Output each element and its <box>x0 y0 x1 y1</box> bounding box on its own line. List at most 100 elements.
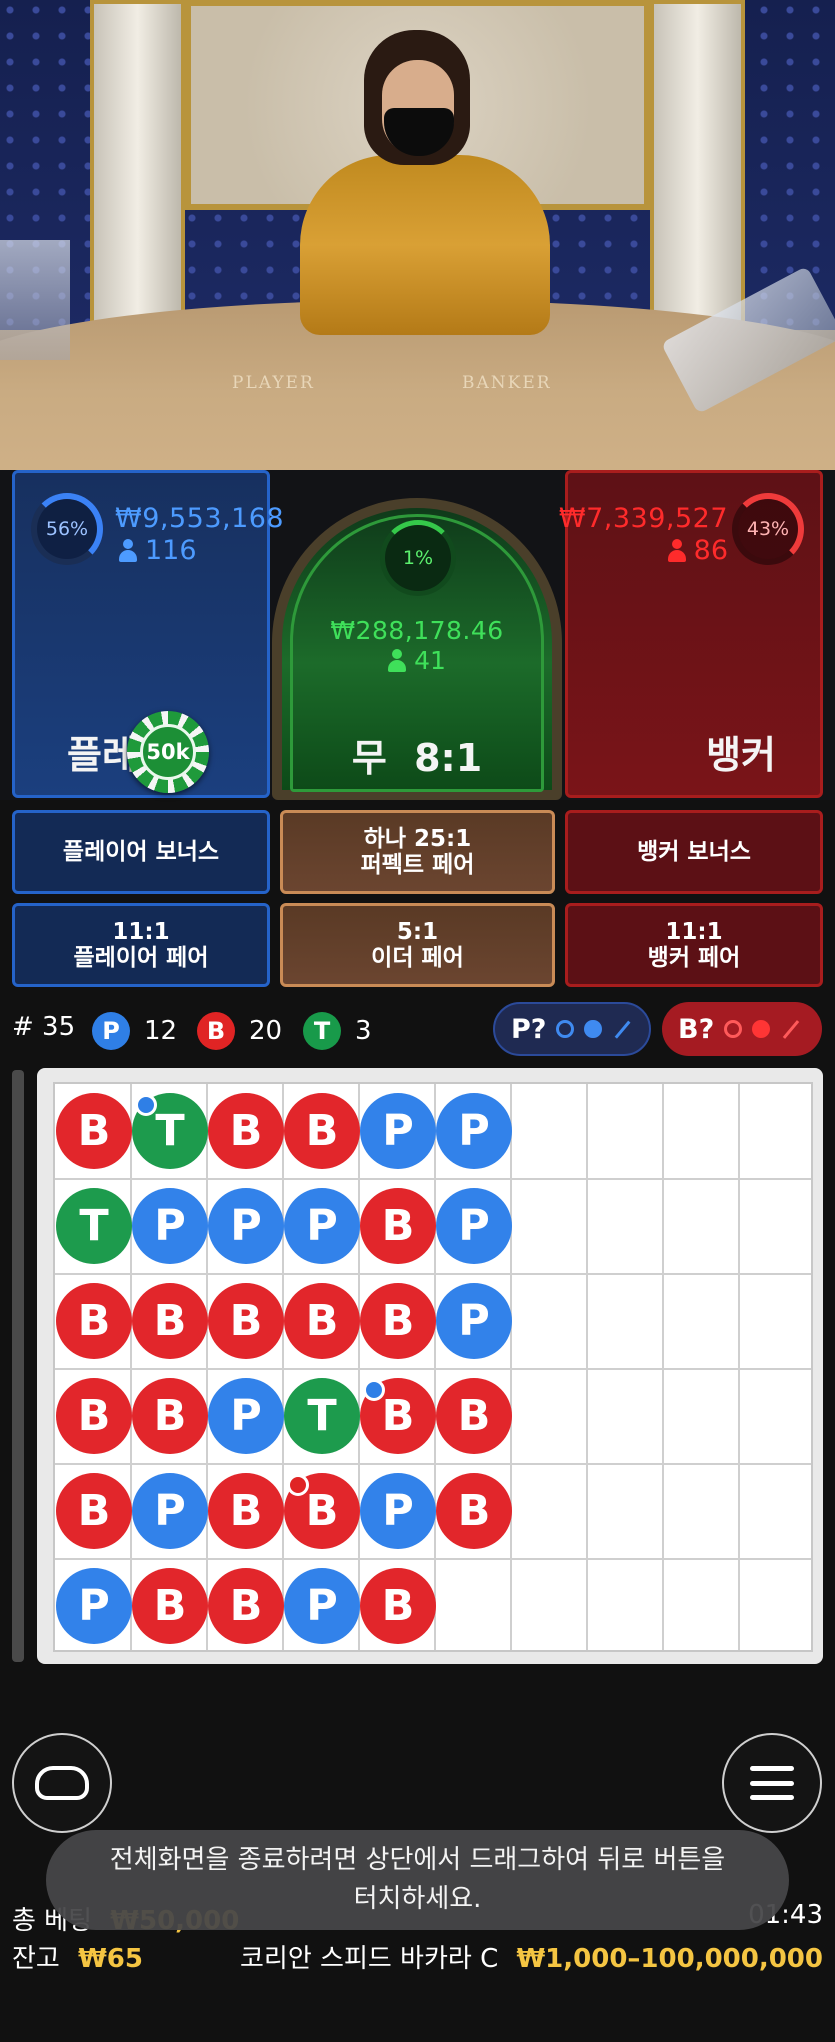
table-banker-word: BANKER <box>462 373 552 393</box>
bead-p: P <box>436 1283 512 1359</box>
banker-count-value: 86 <box>693 535 728 566</box>
balance-value: ₩65 <box>78 1944 143 1974</box>
bead-b: B <box>56 1473 132 1549</box>
road-stats: # 35 P 12 B 20 T 3 P? B? <box>0 1000 835 1060</box>
grid-line <box>662 1084 664 1650</box>
tie-count-stat: 3 <box>355 1016 372 1046</box>
table-info: 코리안 스피드 바카라 C ₩1,000–100,000,000 <box>240 1938 823 1975</box>
banker-wins-stat: B 20 <box>197 1012 282 1050</box>
banker-predict-button[interactable]: B? <box>662 1002 822 1056</box>
chat-icon <box>35 1766 89 1800</box>
road-scroll-handle[interactable] <box>12 1070 24 1662</box>
betting-area: 56% ₩9,553,168 116 플레이어 50k 43% ₩7,339,5… <box>0 470 835 800</box>
grid-line <box>130 1084 132 1650</box>
banker-bonus-button[interactable]: 뱅커 보너스 <box>565 810 823 894</box>
round-count: # 35 <box>12 1012 76 1042</box>
banker-pair-button[interactable]: 11:1 뱅커 페어 <box>565 903 823 987</box>
tie-bet-spot[interactable]: 1% ₩288,178.46 41 무 8:1 <box>272 498 562 800</box>
bead-p: P <box>360 1473 436 1549</box>
player-pair-payout: 11:1 <box>112 918 170 945</box>
bead-p: P <box>132 1473 208 1549</box>
grid-line <box>55 1178 811 1180</box>
banker-bonus-label: 뱅커 보너스 <box>637 838 751 865</box>
bead-p: P <box>132 1188 208 1264</box>
live-video-feed: PLAYER BANKER <box>0 0 835 470</box>
player-pair-marker <box>135 1094 157 1116</box>
toast-line-1: 전체화면을 종료하려면 상단에서 드래그하여 뒤로 버튼을 <box>109 1845 726 1875</box>
bead-b: B <box>132 1568 208 1644</box>
player-predict-button[interactable]: P? <box>493 1002 651 1056</box>
grid-line <box>55 1273 811 1275</box>
player-percent-ring: 56% <box>31 493 103 565</box>
bead-b: B <box>360 1283 436 1359</box>
bead-p: P <box>208 1378 284 1454</box>
tie-label: 무 8:1 <box>282 727 552 782</box>
bead-road-grid: BTBBBPTPBBPBBPBPBBBPBTBPPBBBPBPPPBB <box>53 1082 813 1652</box>
bead-b: B <box>360 1568 436 1644</box>
player-predict-label: P? <box>511 1013 547 1045</box>
bead-p: P <box>284 1568 360 1644</box>
person-icon <box>667 538 686 563</box>
banker-amount: ₩7,339,527 <box>558 503 728 534</box>
discard-tray <box>0 240 70 360</box>
chat-button[interactable] <box>12 1733 112 1833</box>
bead-p: P <box>56 1568 132 1644</box>
grid-line <box>434 1084 436 1650</box>
banker-pair-marker <box>287 1474 309 1496</box>
player-pair-label: 플레이어 페어 <box>73 945 209 971</box>
tie-dot-icon: T <box>303 1012 341 1050</box>
player-count-value: 116 <box>145 535 197 566</box>
menu-button[interactable] <box>722 1733 822 1833</box>
perfect-pair-button[interactable]: 하나 25:1 퍼펙트 페어 <box>280 810 555 894</box>
player-wins-count: 12 <box>144 1016 178 1046</box>
banker-dot-icon: B <box>197 1012 235 1050</box>
grid-line <box>586 1084 588 1650</box>
banker-wins-count: 20 <box>249 1016 283 1046</box>
perfect-pair-payout: 하나 25:1 <box>363 825 472 852</box>
player-count: 116 <box>119 535 197 566</box>
table-player-word: PLAYER <box>232 373 315 393</box>
banker-bet-spot[interactable]: 43% ₩7,339,527 86 뱅커 <box>559 470 823 798</box>
grid-line <box>358 1084 360 1650</box>
banker-percent: 43% <box>746 518 790 540</box>
bead-p: P <box>284 1188 360 1264</box>
player-bet-spot[interactable]: 56% ₩9,553,168 116 플레이어 50k <box>12 470 284 798</box>
tie-percent-ring: 1% <box>380 520 456 596</box>
tie-count: 41 <box>282 646 552 675</box>
bead-b: B <box>56 1378 132 1454</box>
pillar <box>650 0 745 330</box>
person-icon <box>119 538 137 563</box>
slash-icon <box>783 1019 800 1039</box>
slash-icon <box>614 1019 631 1039</box>
player-pair-button[interactable]: 11:1 플레이어 페어 <box>12 903 270 987</box>
tie-count-value: 41 <box>414 646 446 675</box>
grid-line <box>55 1463 811 1465</box>
bead-p: P <box>208 1188 284 1264</box>
table-name: 코리안 스피드 바카라 C <box>240 1944 499 1974</box>
either-pair-button[interactable]: 5:1 이더 페어 <box>280 903 555 987</box>
player-dot-icon: P <box>92 1012 130 1050</box>
bead-b: B <box>436 1378 512 1454</box>
bead-b: B <box>284 1093 360 1169</box>
dot-icon <box>752 1020 771 1038</box>
tie-amount: ₩288,178.46 <box>330 616 504 645</box>
player-pair-marker <box>363 1379 385 1401</box>
tie-stat: T 3 <box>303 1012 372 1050</box>
bead-t: T <box>56 1188 132 1264</box>
chip-value: 50k <box>140 724 196 780</box>
bead-b: B <box>208 1568 284 1644</box>
grid-line <box>206 1084 208 1650</box>
pillar <box>90 0 185 330</box>
banker-pair-label: 뱅커 페어 <box>647 945 741 971</box>
chip-icon[interactable]: 50k <box>127 711 209 793</box>
player-bonus-label: 플레이어 보너스 <box>62 838 220 865</box>
bead-b: B <box>132 1283 208 1359</box>
person-icon <box>388 648 407 673</box>
player-bonus-button[interactable]: 플레이어 보너스 <box>12 810 270 894</box>
tie-label-text: 무 <box>351 736 387 780</box>
bead-p: P <box>436 1188 512 1264</box>
player-percent: 56% <box>45 518 89 540</box>
ring-icon <box>556 1020 575 1038</box>
ring-icon <box>724 1020 743 1038</box>
bead-b: B <box>360 1188 436 1264</box>
